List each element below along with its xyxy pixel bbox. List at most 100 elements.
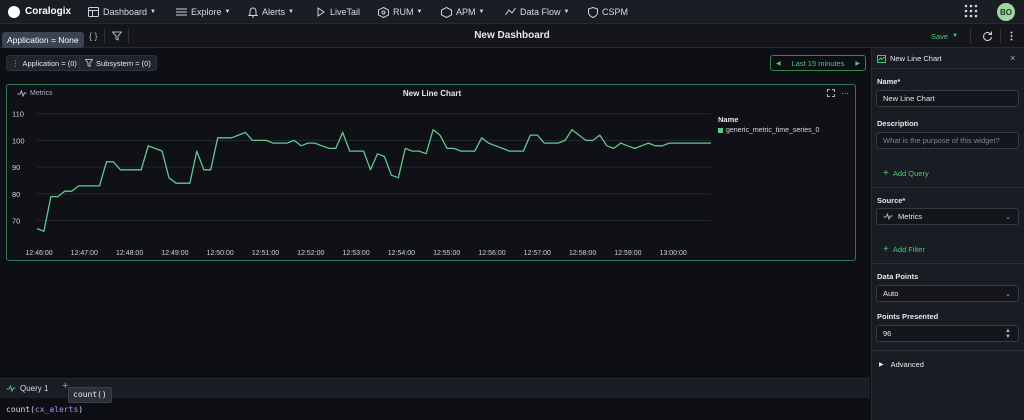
- logo[interactable]: Coralogix: [0, 5, 88, 18]
- query-tabs-bar: [0, 378, 870, 398]
- rum-icon: [378, 6, 389, 18]
- advanced-section-toggle[interactable]: ▶ Advanced: [879, 360, 924, 369]
- apm-icon: [441, 6, 452, 18]
- metrics-icon: [6, 384, 16, 392]
- description-field[interactable]: What is the purpose of this widget?: [876, 132, 1019, 149]
- plus-icon: +: [883, 244, 889, 255]
- x-tick-label: 12:58:00: [569, 250, 596, 257]
- save-label: Save: [931, 31, 949, 41]
- x-tick-label: 12:59:00: [614, 250, 641, 257]
- source-select[interactable]: Metrics ⌄: [876, 208, 1019, 225]
- source-label: Source*: [877, 196, 906, 205]
- nav-apm[interactable]: APM ▼: [441, 0, 484, 24]
- legend-title: Name: [718, 115, 739, 124]
- nav-alerts-label: Alerts: [262, 7, 286, 17]
- series-line[interactable]: [36, 129, 711, 232]
- nav-dataflow-label: Data Flow: [520, 7, 561, 17]
- divider: [871, 263, 1024, 264]
- nav-cspm-label: CSPM: [602, 7, 629, 17]
- refresh-button[interactable]: [982, 24, 993, 48]
- time-range-label: Last 15 minutes: [791, 58, 845, 68]
- bell-icon: [248, 6, 258, 17]
- y-tick-label: 100: [12, 136, 25, 145]
- metrics-icon: [883, 213, 893, 220]
- nav-rum[interactable]: RUM ▼: [378, 0, 422, 24]
- chevron-down-icon: ▼: [416, 9, 423, 15]
- chevron-down-icon: ▼: [288, 9, 294, 15]
- legend-item[interactable]: generic_metric_time_series_0: [718, 127, 819, 134]
- nav-dashboard[interactable]: Dashboard ▼: [88, 0, 156, 24]
- x-tick-label: 12:56:00: [478, 250, 505, 257]
- tab-query-1[interactable]: Query 1: [6, 378, 48, 398]
- stepper-arrows-icon[interactable]: ▲ ▼: [1005, 328, 1011, 340]
- chevron-down-icon: ▼: [563, 9, 570, 15]
- chevron-left-icon[interactable]: ◀: [776, 60, 781, 67]
- avatar[interactable]: BO: [997, 3, 1015, 21]
- close-icon[interactable]: ×: [1010, 53, 1015, 63]
- filter-icon: [112, 31, 122, 41]
- nav-alerts[interactable]: Alerts ▼: [248, 0, 294, 24]
- code-function: count(: [6, 405, 35, 414]
- application-filter-label: Application = (0): [22, 58, 77, 68]
- application-filter[interactable]: ⋮ Application = (0): [6, 55, 83, 71]
- add-query-label: Add Query: [892, 169, 929, 178]
- time-range-picker[interactable]: ◀ Last 15 minutes ▶: [770, 55, 866, 71]
- add-filter-button[interactable]: + Add Filter: [883, 244, 925, 255]
- x-tick-label: 12:52:00: [297, 250, 324, 257]
- query-editor[interactable]: [0, 398, 870, 420]
- dashboard-toolbar: [0, 24, 1024, 48]
- nav-dashboard-label: Dashboard: [103, 7, 148, 17]
- divider: [871, 350, 1024, 351]
- points-presented-stepper[interactable]: 96 ▲ ▼: [876, 325, 1019, 342]
- chart-widget-icon: [877, 54, 886, 63]
- plus-icon: +: [883, 168, 889, 179]
- x-tick-label: 12:51:00: [252, 250, 279, 257]
- add-filter-label: Add Filter: [892, 245, 925, 254]
- x-tick-label: 12:46:00: [25, 250, 52, 257]
- chevron-right-icon[interactable]: ▶: [855, 60, 860, 67]
- x-tick-label: 13:00:00: [660, 250, 687, 257]
- json-button[interactable]: { }: [89, 24, 98, 48]
- description-label: Description: [877, 119, 919, 128]
- points-presented-label: Points Presented: [877, 312, 939, 321]
- logo-mark-icon: [8, 5, 20, 18]
- more-button[interactable]: [1010, 24, 1013, 48]
- y-tick-label: 80: [12, 190, 20, 199]
- chevron-down-icon: ▼: [224, 9, 231, 15]
- x-tick-label: 12:55:00: [433, 250, 460, 257]
- query-code[interactable]: count(cx_alerts): [6, 405, 83, 414]
- data-points-select[interactable]: Auto ⌄: [876, 285, 1019, 302]
- dashboard-icon: [88, 7, 99, 17]
- filter-tooltip: Application = None: [2, 32, 84, 48]
- code-end: ): [78, 405, 84, 414]
- nav-apm-label: APM: [456, 7, 476, 17]
- add-query-button[interactable]: + Add Query: [883, 168, 929, 179]
- nav-rum-label: RUM: [393, 7, 414, 17]
- filter-icon: [85, 59, 93, 67]
- subsystem-filter[interactable]: Subsystem = (0): [79, 55, 157, 71]
- more-vertical-icon: ⋮: [12, 58, 20, 68]
- panel-title: New Line Chart: [890, 54, 942, 63]
- nav-explore[interactable]: Explore ▼: [176, 0, 230, 24]
- y-tick-label: 110: [12, 110, 24, 119]
- filter-button[interactable]: [112, 24, 122, 48]
- app-grid-icon[interactable]: [964, 4, 978, 18]
- autocomplete-suggestion[interactable]: count(): [68, 387, 112, 403]
- line-chart-widget[interactable]: Metrics New Line Chart ⋯ 70 80 90 100 110 12:…: [6, 84, 856, 261]
- toolbar-divider: [128, 28, 129, 44]
- chevron-down-icon: ⌄: [1005, 213, 1011, 221]
- nav-dataflow[interactable]: Data Flow ▼: [505, 0, 569, 24]
- more-vertical-icon: [1010, 31, 1013, 41]
- nav-explore-label: Explore: [191, 7, 222, 17]
- nav-livetail[interactable]: LiveTail: [316, 0, 360, 24]
- name-field[interactable]: New Line Chart: [876, 90, 1019, 107]
- divider: [871, 187, 1024, 188]
- panel-header: New Line Chart: [877, 54, 942, 63]
- code-argument: cx_alerts: [34, 405, 79, 414]
- save-button[interactable]: Save ▼: [931, 30, 958, 42]
- data-points-value: Auto: [883, 289, 899, 298]
- nav-cspm[interactable]: CSPM: [588, 0, 628, 24]
- explore-icon: [176, 8, 187, 16]
- refresh-icon: [983, 31, 992, 41]
- subsystem-filter-label: Subsystem = (0): [96, 58, 151, 68]
